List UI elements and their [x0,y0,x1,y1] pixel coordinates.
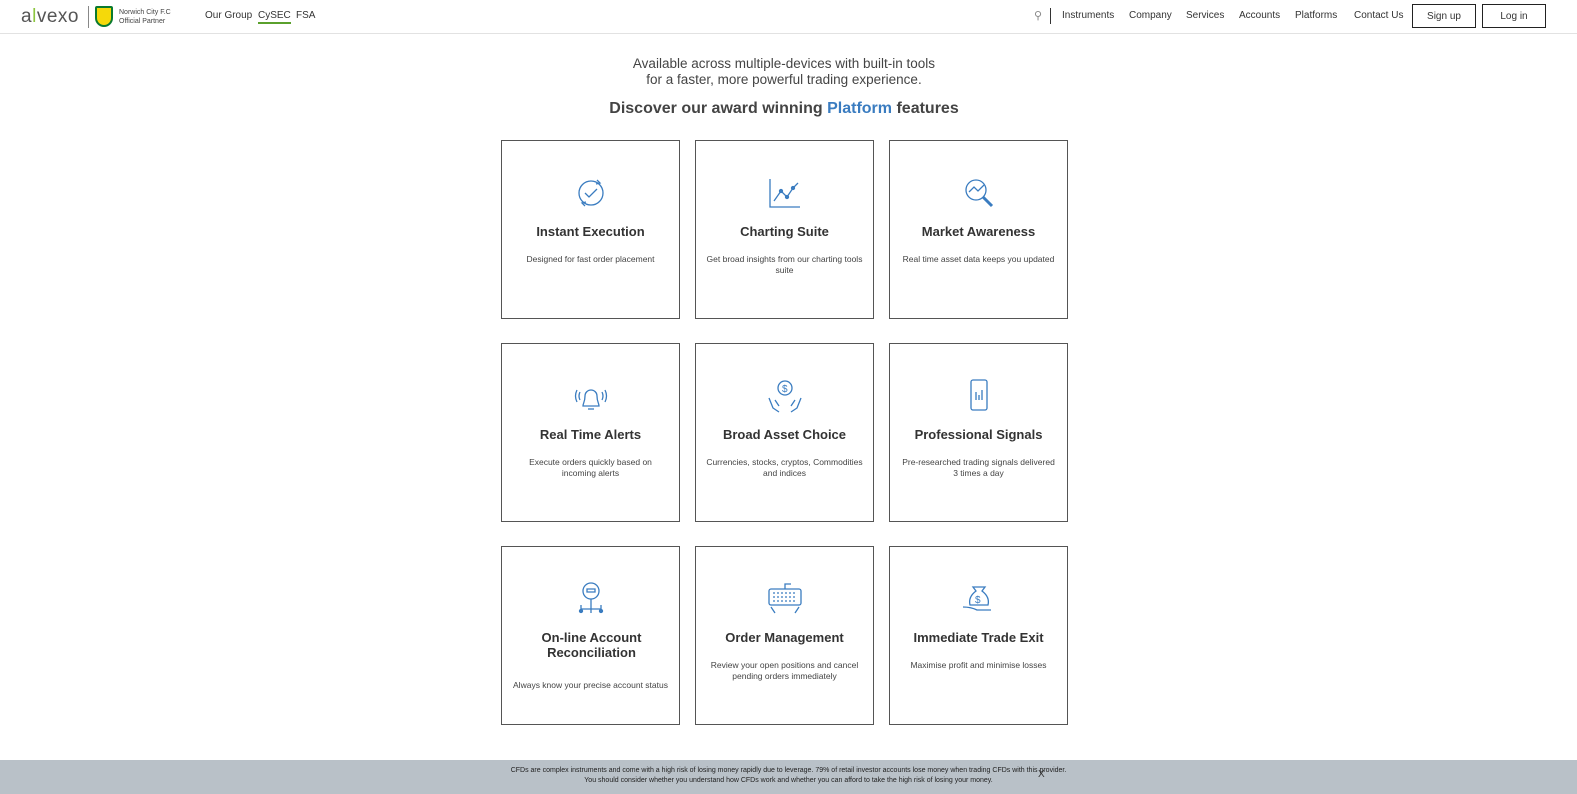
feature-desc: Currencies, stocks, cryptos, Commodities… [706,457,863,478]
feature-card: Order Management Review your open positio… [695,546,874,725]
intro-line2: for a faster, more powerful trading expe… [646,72,922,87]
feature-title: Market Awareness [921,224,1036,239]
feature-desc: Always know your precise account status [513,680,668,690]
feature-card: Charting Suite Get broad insights from ou… [695,140,874,319]
feature-desc: Review your open positions and cancel pe… [710,660,859,681]
feature-desc: Maximise profit and minimise losses [910,660,1047,670]
feature-title: Instant Execution [536,224,645,239]
money-bag-hand-icon: $ [962,586,991,611]
partner-line1: Norwich City F.C [119,9,171,16]
nav-instruments[interactable]: Instruments [1062,10,1114,21]
feature-title: Charting Suite [740,224,829,239]
feature-card: Market Awareness Real time asset data kee… [889,140,1068,319]
divider [1050,8,1051,24]
partner-text: Norwich City F.C Official Partner [119,8,171,26]
feature-title: Order Management [725,630,844,645]
feature-desc: Pre-researched trading signals delivered… [902,457,1055,478]
heading-accent[interactable]: Platform [827,100,892,117]
section-heading: Discover our award winning Platform feat… [0,100,1568,118]
feature-title: On-line Account Reconciliation [541,630,642,660]
nav-services[interactable]: Services [1186,10,1224,21]
intro-line1: Available across multiple-devices with b… [632,56,936,71]
feature-desc: Execute orders quickly based on incoming… [529,457,652,478]
keyboard-hands-icon [768,583,802,614]
alvexo-logo[interactable]: alvexo [21,6,79,28]
nav-our-group[interactable]: Our Group [205,10,252,21]
norwich-crest-icon [95,6,113,27]
refresh-check-icon [578,179,604,207]
svg-text:$: $ [975,595,981,606]
feature-card: Instant Execution Designed for fast order… [501,140,680,319]
bell-icon [574,389,608,410]
nav-company[interactable]: Company [1129,10,1172,21]
feature-desc: Real time asset data keeps you updated [902,254,1055,264]
divider [88,6,89,28]
heading-pre: Discover our award winning [609,100,828,117]
phone-signal-icon [970,379,988,411]
magnifier-chart-icon [965,179,994,208]
feature-card: On-line Account Reconciliation Always kno… [501,546,680,725]
nav-platforms[interactable]: Platforms [1295,10,1337,21]
partner-line2: Official Partner [119,18,166,25]
risk-line1: CFDs are complex instruments and come wi… [510,767,1067,774]
feature-card: $ Broad Asset Choice Currencies, stocks, c… [695,343,874,522]
heading-post: features [892,100,959,117]
line-chart-icon [769,179,800,208]
nav-contact-us[interactable]: Contact Us [1354,10,1403,21]
login-button[interactable]: Log in [1482,4,1546,28]
feature-desc: Designed for fast order placement [526,254,655,264]
nav-accounts[interactable]: Accounts [1239,10,1280,21]
account-network-icon [578,582,604,614]
close-icon[interactable]: X [1038,770,1045,780]
hands-dollar-icon: $ [768,380,802,413]
svg-text:$: $ [782,384,788,395]
nav-fsa[interactable]: FSA [296,10,315,21]
feature-card: Professional Signals Pre-researched tradi… [889,343,1068,522]
feature-title: Immediate Trade Exit [913,630,1044,645]
top-nav: alvexo Norwich City F.C Official Partner … [0,0,1577,34]
feature-desc: Get broad insights from our charting too… [706,254,863,275]
feature-title: Professional Signals [914,427,1043,442]
feature-title: Broad Asset Choice [722,427,847,442]
intro-text: Available across multiple-devices with b… [0,56,1568,88]
feature-card: Real Time Alerts Execute orders quickly b… [501,343,680,522]
nav-cysec[interactable]: CySEC [258,10,291,24]
feature-card: $ Immediate Trade Exit Maximise profit and… [889,546,1068,725]
risk-warning-bar: CFDs are complex instruments and come wi… [0,760,1577,794]
feature-title: Real Time Alerts [539,427,642,442]
search-icon[interactable]: ⚲ [1034,9,1042,22]
risk-line2: You should consider whether you understa… [584,777,993,784]
signup-button[interactable]: Sign up [1412,4,1476,28]
